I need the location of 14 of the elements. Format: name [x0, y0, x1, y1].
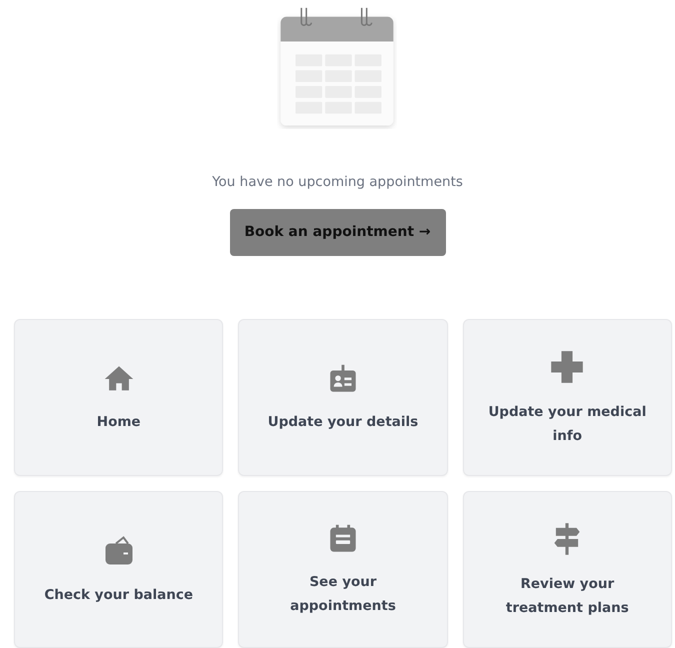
tile-label: Review your treatment plans	[504, 574, 630, 618]
shortcut-tile[interactable]: Check your balance	[14, 491, 224, 648]
tile-label: Update your medical info	[487, 402, 648, 446]
empty-message: You have no upcoming appointments	[212, 172, 463, 191]
book-appointment-button[interactable]: Book an appointment →	[230, 208, 446, 256]
tile-label: Home	[96, 412, 141, 432]
shortcut-tile[interactable]: Update your details	[238, 319, 448, 476]
shortcut-tile[interactable]: Review your treatment plans	[462, 491, 672, 648]
tile-label: Update your details	[268, 412, 418, 432]
shortcut-tile[interactable]: See your appointments	[238, 491, 448, 648]
shortcut-tile[interactable]: Home	[14, 319, 224, 476]
shortcut-tile[interactable]: Update your medical info	[462, 319, 672, 476]
tile-label: See your appointments	[289, 572, 397, 616]
tile-label: Check your balance	[44, 586, 193, 604]
